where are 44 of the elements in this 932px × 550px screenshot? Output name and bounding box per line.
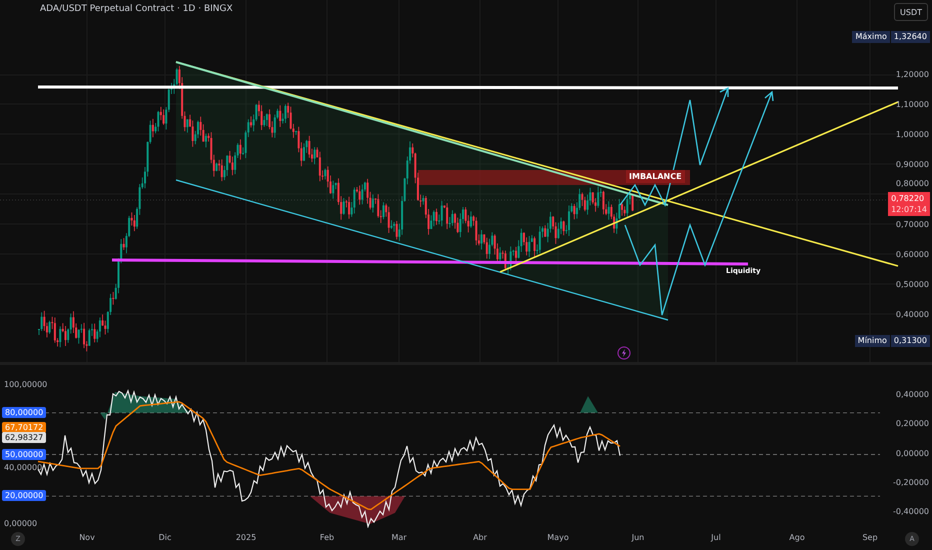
indicator-tick: 40,00000 (4, 462, 42, 474)
time-tick: Jul (711, 533, 721, 542)
time-tick: Mar (391, 533, 407, 542)
min-label: Mínimo (854, 335, 890, 347)
time-tick: Feb (320, 533, 334, 542)
min-price-tag: 0,31300 (890, 335, 930, 347)
time-tick: Dic (158, 533, 172, 542)
max-label: Máximo (852, 31, 890, 43)
price-tick: 0,60000 (896, 249, 929, 261)
indicator-tick: 0,20000 (896, 418, 929, 430)
time-tick: Jun (632, 533, 644, 542)
price-tick: 1,00000 (896, 129, 929, 141)
indicator-tick: -0,40000 (893, 506, 929, 518)
time-tick: Mayo (547, 533, 569, 542)
price-tick: 0,80000 (896, 178, 929, 190)
indicator-value-badge: 62,98327 (2, 432, 46, 444)
price-tick: 1,10000 (896, 99, 929, 111)
lightning-icon[interactable] (617, 346, 631, 360)
imbalance-label: IMBALANCE (626, 170, 685, 183)
max-price-tag: 1,32640 (890, 31, 930, 43)
indicator-value-badge: 50,00000 (2, 448, 46, 460)
candle-countdown: 12:07:14 (891, 204, 927, 215)
last-price: 0,78220 (891, 193, 926, 204)
time-tick: Ago (789, 533, 805, 542)
time-tick: Abr (473, 533, 487, 542)
indicator-value-badge: 67,70172 (2, 422, 46, 433)
time-tick: 2025 (236, 533, 256, 542)
indicator-tick: 0,00000 (4, 518, 38, 528)
chart-title: ADA/USDT Perpetual Contract · 1D · BINGX (40, 4, 233, 14)
time-tick: Nov (79, 533, 95, 542)
indicator-value-badge: 80,00000 (2, 406, 46, 418)
time-tick: Sep (862, 533, 878, 542)
price-tick: 0,90000 (896, 159, 929, 171)
price-tick: 1,20000 (896, 69, 929, 81)
indicator-tick: -0,20000 (893, 476, 929, 489)
price-tick: 0,50000 (896, 279, 929, 291)
indicator-tick: 0,40000 (896, 389, 929, 401)
indicator-value-badge: 20,00000 (2, 490, 46, 502)
price-tick: 0,40000 (896, 309, 929, 321)
indicator-tick: 100,00000 (4, 379, 48, 391)
price-tick: 0,70000 (896, 219, 929, 231)
overbought-fill (580, 396, 598, 413)
indicator-tick: 0,00000 (896, 448, 929, 460)
currency-button[interactable]: USDT (894, 3, 928, 21)
